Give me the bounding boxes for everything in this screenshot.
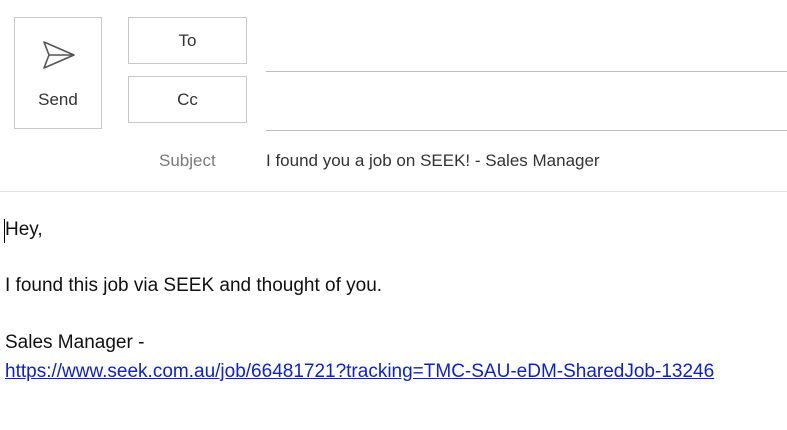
body-greeting: Hey, (5, 219, 43, 240)
header-divider (0, 191, 787, 192)
send-icon (42, 40, 76, 70)
to-field[interactable] (266, 32, 787, 72)
subject-field[interactable]: I found you a job on SEEK! - Sales Manag… (266, 151, 600, 171)
send-button[interactable]: Send (14, 17, 102, 129)
cc-field[interactable] (266, 91, 787, 131)
subject-label: Subject (159, 151, 216, 170)
body-intro: I found this job via SEEK and thought of… (5, 275, 383, 296)
to-button[interactable]: To (128, 17, 247, 64)
send-label: Send (38, 90, 78, 109)
cc-button[interactable]: Cc (128, 76, 247, 123)
job-link[interactable]: https://www.seek.com.au/job/66481721?tra… (5, 361, 714, 382)
body-job-title: Sales Manager - (5, 332, 145, 353)
body-job-link-line: https://www.seek.com.au/job/66481721?tra… (5, 361, 714, 383)
compose-header: Send To Cc Subject I found you a job on … (0, 0, 787, 192)
